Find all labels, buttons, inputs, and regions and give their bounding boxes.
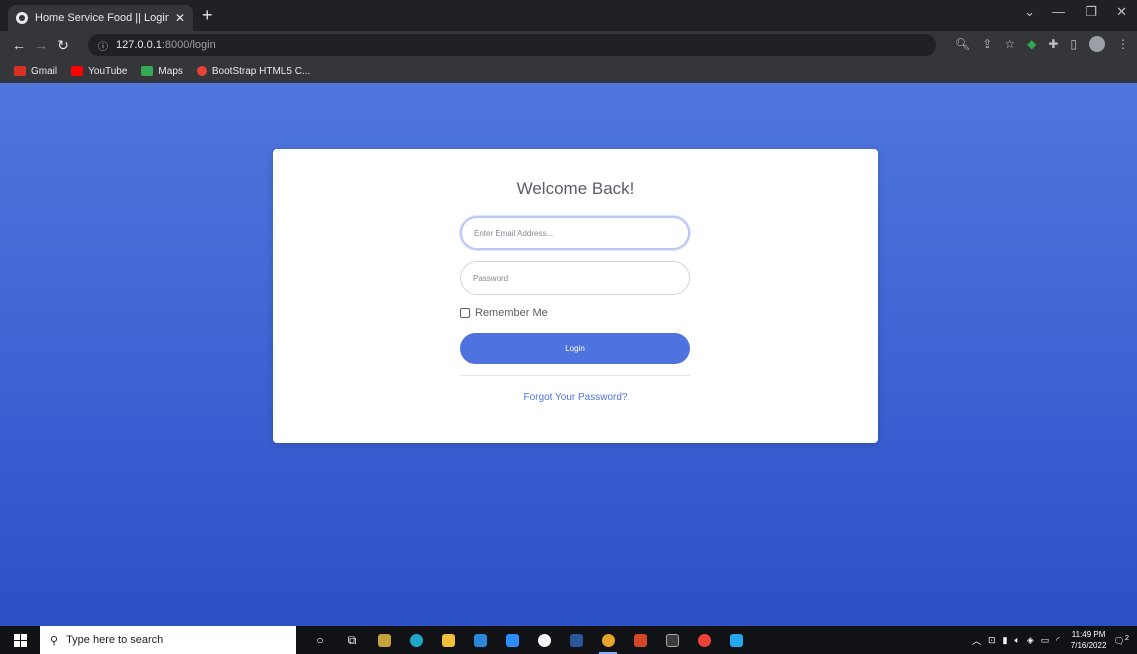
start-button[interactable] [0,626,40,654]
word-icon[interactable] [566,631,586,649]
reload-icon[interactable]: ↻ [52,37,74,54]
date: 7/16/2022 [1070,641,1107,650]
forward-icon[interactable]: → [30,37,52,53]
file-explorer-icon[interactable] [438,631,458,649]
search-placeholder: Type here to search [66,634,164,646]
minimize-icon[interactable]: — [1052,4,1065,19]
chrome-icon[interactable] [598,631,618,654]
bookmark-maps[interactable]: Maps [141,65,183,77]
wifi-icon[interactable]: ◜ [1056,635,1060,646]
microphone-icon[interactable]: ▮ [1003,635,1008,646]
extensions-puzzle-icon[interactable]: ✚ [1048,37,1058,51]
remember-checkbox[interactable] [460,308,470,318]
bookmark-gmail[interactable]: Gmail [14,66,57,77]
search-icon: ⚲ [50,634,59,647]
tab-title: Home Service Food || Login Page [35,12,169,24]
bookmark-youtube[interactable]: YouTube [71,66,127,77]
email-field[interactable] [460,216,690,250]
login-card: Welcome Back! Remember Me Login Forgot Y… [273,149,878,443]
url-path: :8000/login [161,39,216,51]
share-icon[interactable]: ⇪ [982,37,992,51]
taskbar-search[interactable]: ⚲ Type here to search [40,626,296,654]
vscode-icon[interactable] [726,631,746,649]
bookmark-star-icon[interactable]: ☆ [1004,37,1015,51]
taskbar-apps: ○ ⧉ [310,631,746,654]
maps-icon [141,66,154,76]
bootstrap-icon [196,66,207,76]
bookmark-label: Gmail [31,65,58,77]
bookmark-label: YouTube [88,65,128,77]
notification-count: 2 [1124,633,1129,642]
volume-icon[interactable]: 🔈︎ [1014,635,1019,646]
remember-label: Remember Me [475,307,548,319]
page-title: Welcome Back! [516,179,635,198]
extension-icon[interactable]: ◆ [1027,37,1036,51]
battery-icon[interactable]: ▭ [1041,635,1050,646]
tab-search-icon[interactable]: ⌄ [1024,4,1035,20]
side-panel-icon[interactable]: ▯ [1070,37,1077,51]
remember-me[interactable]: Remember Me [460,307,548,319]
globe-icon [16,12,28,24]
url-host: 127.0.0.1 [116,39,162,51]
tab-close-icon[interactable]: ✕ [175,11,185,25]
toolbar-icons: 🔍︎ ⇪ ☆ ◆ ✚ ▯ ⋮ [955,36,1129,52]
youtube-icon [71,66,84,76]
login-button[interactable]: Login [460,333,690,364]
security-icon[interactable]: ◈ [1027,635,1034,646]
windows-taskbar: ⚲ Type here to search ○ ⧉ ︿ ⊡ ▮ 🔈︎ ◈ ▭ ◜… [0,626,1137,654]
site-info-icon[interactable]: ⓘ [98,38,108,53]
browser-toolbar: ← → ↻ ⓘ 127.0.0.1:8000/login 🔍︎ ⇪ ☆ ◆ ✚ … [0,31,1137,59]
password-field[interactable] [460,261,690,295]
restore-icon[interactable]: ❐ [1085,4,1097,20]
address-bar[interactable]: ⓘ 127.0.0.1:8000/login [88,34,936,56]
divider [460,375,690,376]
notification-icon[interactable]: 🗨︎2 [1113,633,1129,647]
browser-tabstrip: Home Service Food || Login Page ✕ + ⌄ — … [0,0,1137,31]
powerpoint-icon[interactable] [630,631,650,649]
calculator-app-icon[interactable] [374,631,394,649]
menu-kebab-icon[interactable]: ⋮ [1117,37,1129,51]
store-icon[interactable] [470,631,490,649]
login-page: Welcome Back! Remember Me Login Forgot Y… [0,83,1137,626]
edge-icon[interactable] [406,631,426,649]
terminal-icon[interactable] [662,631,682,649]
task-view-icon[interactable]: ⧉ [342,631,362,649]
profile-avatar[interactable] [1089,36,1105,52]
chrome-profile-icon[interactable] [694,631,714,649]
messenger-icon[interactable] [534,631,554,649]
zoom-icon[interactable]: 🔍︎ [955,37,970,51]
time: 11:49 PM [1071,630,1106,639]
bookmark-label: Maps [158,65,183,77]
windows-icon [13,633,27,647]
forgot-password-link[interactable]: Forgot Your Password? [273,392,878,403]
cortana-icon[interactable]: ○ [310,631,330,649]
back-icon[interactable]: ← [8,37,30,53]
bookmark-label: BootStrap HTML5 C... [211,65,311,77]
tab-login-page[interactable]: Home Service Food || Login Page ✕ [8,5,193,31]
bookmark-bootstrap[interactable]: BootStrap HTML5 C... [196,65,311,77]
new-tab-button[interactable]: + [202,6,213,24]
window-close-icon[interactable]: ✕ [1116,4,1127,20]
gmail-icon [14,66,26,76]
zoom-app-icon[interactable] [502,631,522,649]
bookmarks-bar: Gmail YouTube Maps BootStrap HTML5 C... [0,59,1137,83]
system-tray: ︿ ⊡ ▮ 🔈︎ ◈ ▭ ◜ 11:49 PM 7/16/2022 🗨︎2 [972,626,1129,654]
chevron-up-icon[interactable]: ︿ [972,634,981,647]
network-icon[interactable]: ⊡ [988,635,996,646]
clock[interactable]: 11:49 PM 7/16/2022 [1071,629,1107,651]
